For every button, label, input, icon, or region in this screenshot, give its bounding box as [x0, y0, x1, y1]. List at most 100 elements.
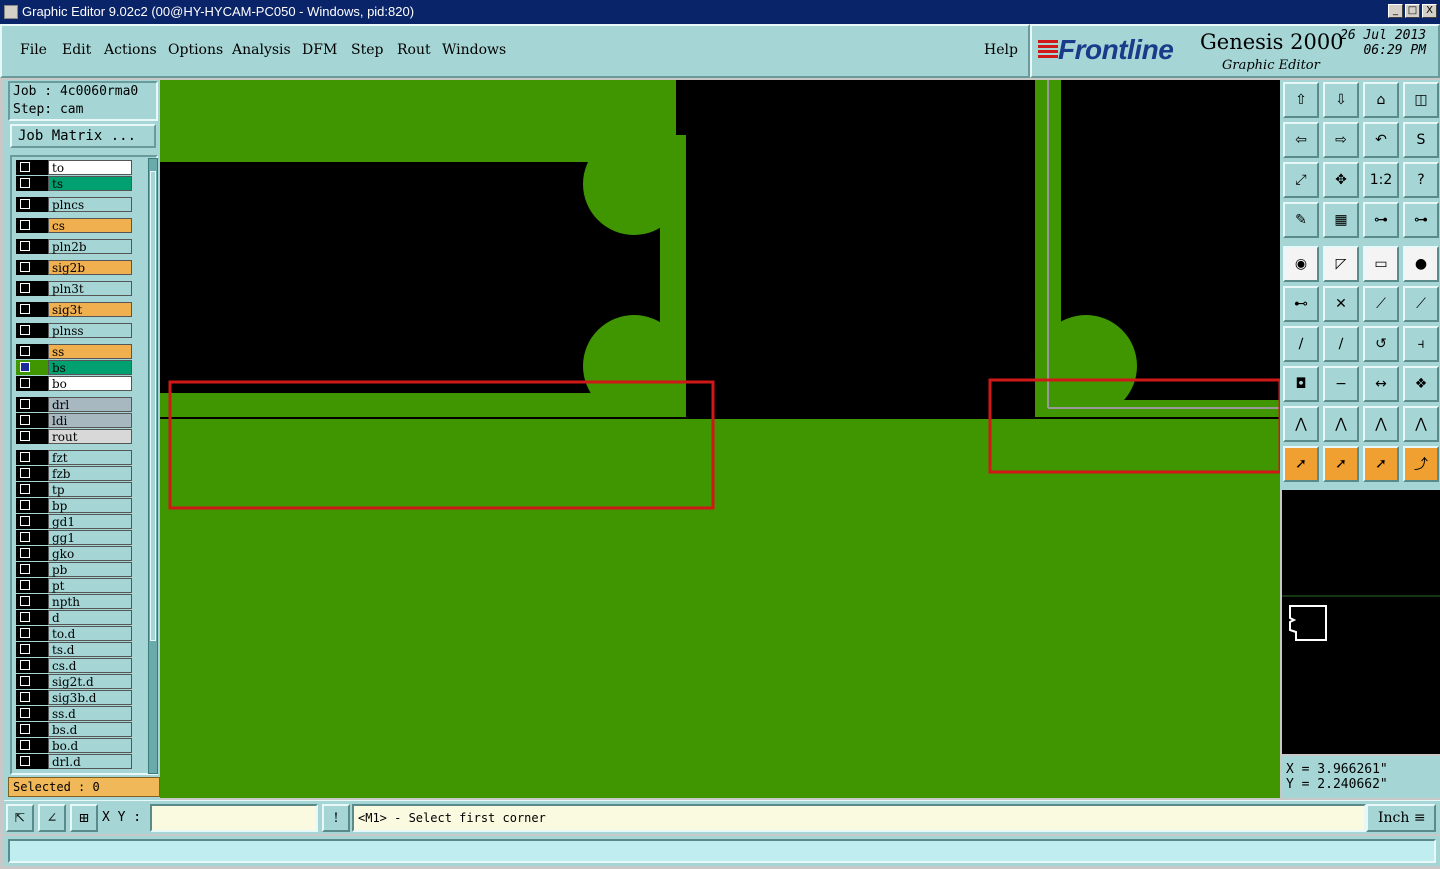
grid-icon[interactable]: ▦ [1323, 202, 1359, 238]
layer-name[interactable]: gg1 [48, 530, 132, 545]
menu-edit[interactable]: Edit [62, 42, 91, 58]
layer-checkbox[interactable] [16, 176, 48, 191]
layer-row[interactable]: cs [16, 218, 136, 233]
layer-checkbox[interactable] [16, 754, 48, 769]
fx-icon[interactable]: ⫞ [1403, 326, 1439, 362]
layer-row[interactable]: bo.d [16, 738, 136, 753]
maximize-button[interactable]: □ [1405, 4, 1420, 18]
menu-options[interactable]: Options [168, 42, 223, 58]
layer-name[interactable]: drl [48, 397, 132, 412]
s-icon[interactable]: S [1403, 122, 1439, 158]
arc-icon[interactable]: ↺ [1363, 326, 1399, 362]
layer-name[interactable]: drl.d [48, 754, 132, 769]
pen-icon[interactable]: ✎ [1283, 202, 1319, 238]
menu-actions[interactable]: Actions [104, 42, 157, 58]
layer-row[interactable]: to.d [16, 626, 136, 641]
layer-checkbox[interactable] [16, 160, 48, 175]
layer-name[interactable]: cs.d [48, 658, 132, 673]
layer-row[interactable]: sig2t.d [16, 674, 136, 689]
layer-checkbox[interactable] [16, 466, 48, 481]
layer-row[interactable]: rout [16, 429, 136, 444]
layer-checkbox[interactable] [16, 674, 48, 689]
layer-checkbox[interactable] [16, 738, 48, 753]
layer-row[interactable]: pln2b [16, 239, 136, 254]
layer-checkbox[interactable] [16, 260, 48, 275]
layer-row[interactable]: plncs [16, 197, 136, 212]
layer-name[interactable]: ldi [48, 413, 132, 428]
layer-name[interactable]: bo [48, 376, 132, 391]
down-icon[interactable]: ⇩ [1323, 82, 1359, 118]
layer-row[interactable]: bp [16, 498, 136, 513]
grid-snap-icon[interactable]: ⊞ [70, 804, 98, 832]
layer-name[interactable]: bs [48, 360, 132, 375]
circle-icon[interactable]: ◉ [1283, 246, 1319, 282]
layer-checkbox[interactable] [16, 376, 48, 391]
snap-icon[interactable]: ⇱ [6, 804, 34, 832]
layer-row[interactable]: npth [16, 594, 136, 609]
layer-checkbox[interactable] [16, 429, 48, 444]
angle-snap-icon[interactable]: ∠ [38, 804, 66, 832]
layer-name[interactable]: ss.d [48, 706, 132, 721]
layer-checkbox[interactable] [16, 413, 48, 428]
layer-row[interactable]: fzt [16, 450, 136, 465]
net-icon[interactable]: ⊶ [1363, 202, 1399, 238]
close-button[interactable]: X [1422, 4, 1437, 18]
layer-name[interactable]: bp [48, 498, 132, 513]
layer-checkbox[interactable] [16, 578, 48, 593]
menu-analysis[interactable]: Analysis [232, 42, 291, 58]
pads-icon[interactable]: ❖ [1403, 366, 1439, 402]
menu-rout[interactable]: Rout [397, 42, 431, 58]
layer-row[interactable]: plnss [16, 323, 136, 338]
layer-checkbox[interactable] [16, 197, 48, 212]
line-icon[interactable]: ∕ [1283, 326, 1319, 362]
layer-row[interactable]: pb [16, 562, 136, 577]
diag-icon[interactable]: ◸ [1323, 246, 1359, 282]
layer-checkbox[interactable] [16, 530, 48, 545]
pointer-icon[interactable]: ➚ [1323, 446, 1359, 482]
layer-name[interactable]: tp [48, 482, 132, 497]
layer-name[interactable]: to.d [48, 626, 132, 641]
layer-name[interactable]: pln3t [48, 281, 132, 296]
layer-checkbox[interactable] [16, 562, 48, 577]
pointer-icon[interactable]: ➚ [1363, 446, 1399, 482]
layer-row[interactable]: ts [16, 176, 136, 191]
layer-row[interactable]: bs [16, 360, 136, 375]
layer-name[interactable]: bo.d [48, 738, 132, 753]
angle-icon[interactable]: ⋀ [1403, 406, 1439, 442]
layer-row[interactable]: pln3t [16, 281, 136, 296]
layer-row[interactable]: sig3t [16, 302, 136, 317]
angle-icon[interactable]: ⋀ [1323, 406, 1359, 442]
line-icon[interactable]: ∕ [1323, 326, 1359, 362]
layer-row[interactable]: ss [16, 344, 136, 359]
layer-checkbox[interactable] [16, 450, 48, 465]
house-icon[interactable]: ⌂ [1363, 82, 1399, 118]
layer-row[interactable]: gd1 [16, 514, 136, 529]
layer-checkbox[interactable] [16, 323, 48, 338]
layer-name[interactable]: fzb [48, 466, 132, 481]
layer-row[interactable]: sig2b [16, 260, 136, 275]
layer-checkbox[interactable] [16, 610, 48, 625]
layer-name[interactable]: pln2b [48, 239, 132, 254]
layer-row[interactable]: ldi [16, 413, 136, 428]
layer-name[interactable]: pb [48, 562, 132, 577]
board-view[interactable] [160, 80, 1280, 798]
layer-checkbox[interactable] [16, 498, 48, 513]
layer-row[interactable]: drl [16, 397, 136, 412]
tool-scale-button[interactable]: 1:2 [1363, 162, 1399, 198]
undo-icon[interactable]: ↶ [1363, 122, 1399, 158]
layer-row[interactable]: fzb [16, 466, 136, 481]
layer-name[interactable]: sig2b [48, 260, 132, 275]
menu-dfm[interactable]: DFM [302, 42, 337, 58]
tool-help-button[interactable]: ? [1403, 162, 1439, 198]
fit-icon[interactable]: ⤢ [1283, 162, 1319, 198]
cross-icon[interactable]: ✕ [1323, 286, 1359, 322]
layer-name[interactable]: rout [48, 429, 132, 444]
xy-input[interactable] [150, 804, 318, 832]
layer-name[interactable]: bs.d [48, 722, 132, 737]
layer-row[interactable]: d [16, 610, 136, 625]
measure-icon[interactable]: ↔ [1363, 366, 1399, 402]
layer-row[interactable]: to [16, 160, 136, 175]
layer-name[interactable]: gko [48, 546, 132, 561]
layer-row[interactable]: ts.d [16, 642, 136, 657]
layer-row[interactable]: bo [16, 376, 136, 391]
